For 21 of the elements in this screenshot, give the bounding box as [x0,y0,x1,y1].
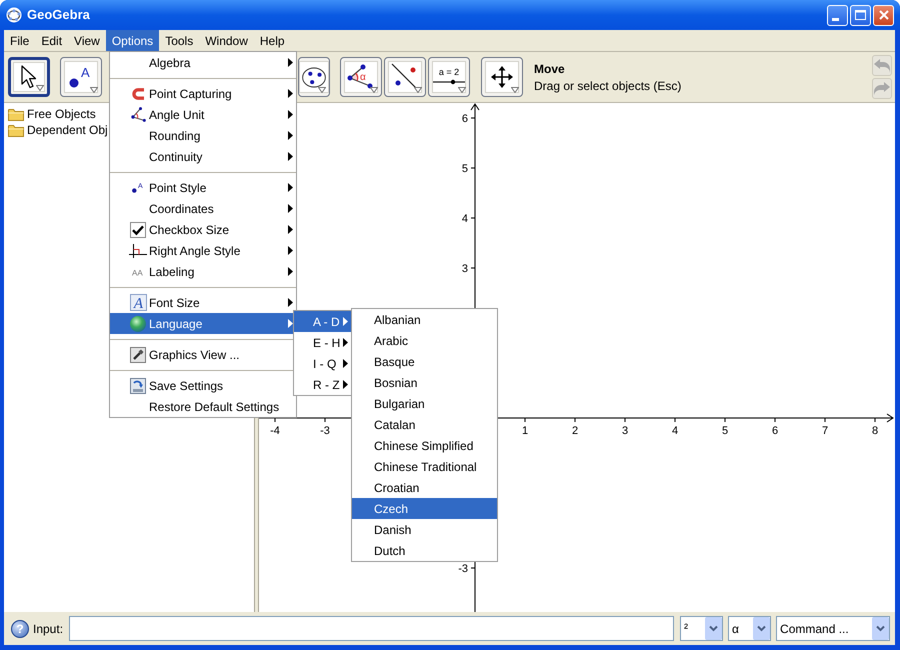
x-tick-label: 3 [622,425,628,437]
x-tick-label: -4 [270,425,280,437]
x-tick-label: 6 [772,425,778,437]
window-title: GeoGebra [27,6,90,24]
x-tick-label: 2 [572,425,578,437]
x-tick-label: 4 [672,425,678,437]
x-tick-label: -3 [320,425,330,437]
input-label: Input: [33,620,64,638]
x-tick-label: 8 [872,425,878,437]
letters-icon: AA [132,268,144,276]
y-tick-label: 3 [462,263,468,275]
y-tick-label: 6 [462,113,468,125]
letter-box-icon: A [130,294,146,311]
y-tick-label: -3 [458,563,468,575]
x-tick-label: 5 [722,425,728,437]
y-tick-label: 5 [462,163,468,175]
tool-name: Move [534,61,566,78]
x-tick-label: 1 [522,425,528,437]
x-tick-label: 7 [822,425,828,437]
y-tick-label: 4 [462,213,468,225]
tool-description: Drag or select objects (Esc) [534,78,682,95]
